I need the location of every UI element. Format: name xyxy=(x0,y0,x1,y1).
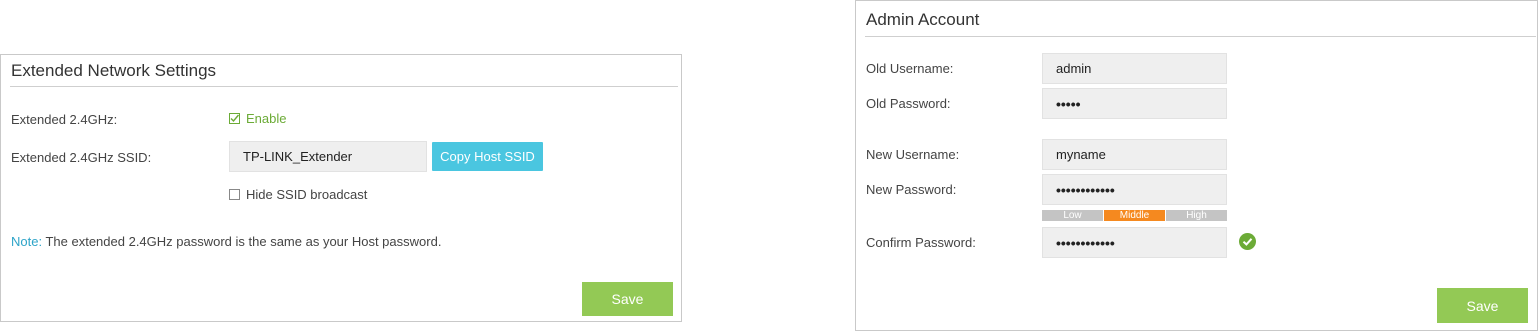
password-strength-meter: Low Middle High xyxy=(1042,210,1227,221)
confirm-password-label: Confirm Password: xyxy=(866,235,976,250)
old-username-input[interactable]: admin xyxy=(1042,53,1227,84)
hide-ssid-label: Hide SSID broadcast xyxy=(246,187,368,202)
extended-24ghz-label: Extended 2.4GHz: xyxy=(11,112,118,127)
checkbox-checked-icon[interactable] xyxy=(229,113,240,124)
extended-network-title: Extended Network Settings xyxy=(11,61,217,80)
save-button[interactable]: Save xyxy=(582,282,673,316)
strength-high: High xyxy=(1166,210,1227,221)
new-password-value: •••••••••••• xyxy=(1056,181,1115,198)
old-password-input[interactable]: ••••• xyxy=(1042,88,1227,119)
new-username-input[interactable]: myname xyxy=(1042,139,1227,170)
admin-account-title: Admin Account xyxy=(866,10,980,29)
ssid-input[interactable]: TP-LINK_Extender xyxy=(229,141,427,172)
check-circle-icon xyxy=(1239,233,1256,250)
enable-checkbox[interactable]: Enable xyxy=(229,111,286,126)
old-password-value: ••••• xyxy=(1056,95,1081,112)
title-divider xyxy=(865,36,1536,37)
checkbox-unchecked-icon[interactable] xyxy=(229,189,240,200)
strength-middle: Middle xyxy=(1104,210,1165,221)
confirm-password-value: •••••••••••• xyxy=(1056,234,1115,251)
copy-host-ssid-button[interactable]: Copy Host SSID xyxy=(432,142,543,171)
new-username-value: myname xyxy=(1056,147,1106,162)
old-username-label: Old Username: xyxy=(866,61,954,76)
new-password-input[interactable]: •••••••••••• xyxy=(1042,174,1227,205)
new-password-label: New Password: xyxy=(866,182,957,197)
new-username-label: New Username: xyxy=(866,147,960,162)
old-username-value: admin xyxy=(1056,61,1092,76)
admin-account-panel: Admin Account Old Username: admin Old Pa… xyxy=(855,0,1538,331)
ssid-input-value: TP-LINK_Extender xyxy=(243,149,353,164)
extended-ssid-label: Extended 2.4GHz SSID: xyxy=(11,150,152,165)
save-button[interactable]: Save xyxy=(1437,288,1528,323)
note-label: Note: xyxy=(11,234,43,249)
confirm-password-input[interactable]: •••••••••••• xyxy=(1042,227,1227,258)
extended-network-panel: Extended Network Settings Extended 2.4GH… xyxy=(0,54,682,322)
enable-label: Enable xyxy=(246,111,287,126)
strength-low: Low xyxy=(1042,210,1103,221)
hide-ssid-checkbox[interactable]: Hide SSID broadcast xyxy=(229,187,367,202)
title-divider xyxy=(10,86,678,87)
note-body: The extended 2.4GHz password is the same… xyxy=(45,234,442,249)
old-password-label: Old Password: xyxy=(866,96,951,111)
note-text: Note: The extended 2.4GHz password is th… xyxy=(11,234,441,249)
